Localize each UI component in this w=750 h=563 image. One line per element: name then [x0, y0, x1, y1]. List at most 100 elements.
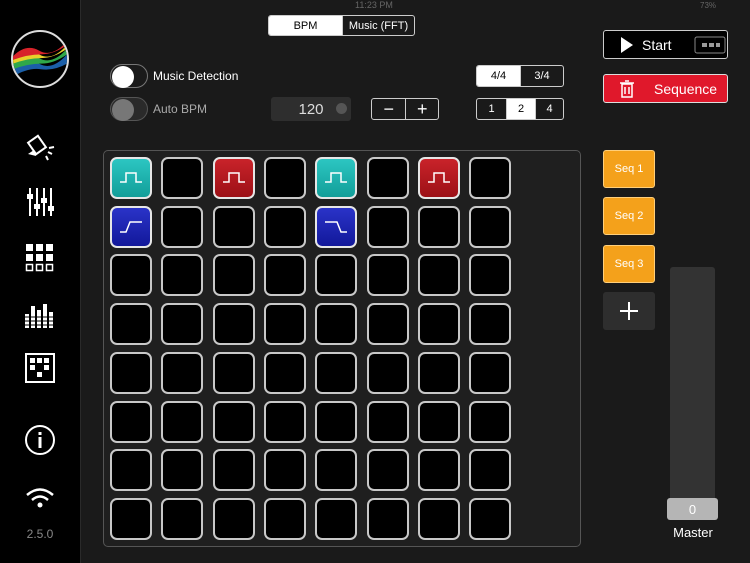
- auto-bpm-toggle[interactable]: [110, 97, 148, 121]
- wifi-icon[interactable]: [22, 480, 58, 516]
- grid-pad[interactable]: [469, 254, 511, 296]
- grid-pad[interactable]: [161, 254, 203, 296]
- grid-pad[interactable]: [264, 206, 306, 248]
- grid-pad[interactable]: [110, 303, 152, 345]
- sequence-button[interactable]: Sequence: [603, 74, 728, 103]
- grid-pad[interactable]: [161, 303, 203, 345]
- clear-icon[interactable]: [336, 103, 347, 114]
- grid-pad[interactable]: [418, 352, 460, 394]
- grid-pad[interactable]: [264, 303, 306, 345]
- subdivision-2[interactable]: 2: [506, 99, 535, 119]
- grid-pad[interactable]: [213, 157, 255, 199]
- info-icon[interactable]: [22, 422, 58, 458]
- grid-pad[interactable]: [264, 157, 306, 199]
- grid-pad[interactable]: [469, 303, 511, 345]
- grid-pad[interactable]: [161, 401, 203, 443]
- grid-pad[interactable]: [469, 498, 511, 540]
- grid-pad[interactable]: [469, 206, 511, 248]
- grid-pad[interactable]: [367, 401, 409, 443]
- grid-pad[interactable]: [110, 157, 152, 199]
- bpm-increment-button[interactable]: +: [405, 99, 438, 119]
- grid-pad[interactable]: [213, 303, 255, 345]
- master-slider-handle[interactable]: 0: [667, 498, 718, 520]
- grid-pad[interactable]: [367, 157, 409, 199]
- grid-pad[interactable]: [469, 401, 511, 443]
- grid-pad[interactable]: [469, 157, 511, 199]
- grid-pad[interactable]: [418, 206, 460, 248]
- grid-pad[interactable]: [213, 206, 255, 248]
- tab-bpm[interactable]: BPM: [269, 16, 342, 35]
- square-pulse-icon: [223, 172, 245, 183]
- grid-pad[interactable]: [110, 352, 152, 394]
- grid-pad[interactable]: [110, 498, 152, 540]
- seq-3-button[interactable]: Seq 3: [603, 245, 655, 283]
- grid-pad[interactable]: [161, 157, 203, 199]
- grid-pad[interactable]: [161, 352, 203, 394]
- square-pulse-icon: [428, 172, 450, 183]
- sequence-loop-icon: [694, 36, 726, 54]
- grid-pad[interactable]: [418, 401, 460, 443]
- tab-music-fft[interactable]: Music (FFT): [342, 16, 414, 35]
- grid-pad[interactable]: [110, 206, 152, 248]
- subdivision-1[interactable]: 1: [477, 99, 506, 119]
- bpm-input[interactable]: 120: [271, 97, 351, 121]
- time-sig-3-4[interactable]: 3/4: [520, 66, 563, 86]
- grid-pad[interactable]: [161, 206, 203, 248]
- start-label: Start: [642, 37, 672, 53]
- add-sequence-button[interactable]: [603, 292, 655, 330]
- grid-pad[interactable]: [161, 498, 203, 540]
- grid-pad[interactable]: [213, 401, 255, 443]
- grid-pad[interactable]: [418, 157, 460, 199]
- master-slider-track[interactable]: [670, 267, 715, 520]
- seq-1-button[interactable]: Seq 1: [603, 150, 655, 188]
- grid-pad[interactable]: [110, 401, 152, 443]
- grid-pad[interactable]: [315, 157, 357, 199]
- mixer-sliders-icon[interactable]: [22, 184, 58, 220]
- equalizer-bars-icon[interactable]: [22, 296, 58, 332]
- rainbow-wave-logo[interactable]: [11, 30, 69, 88]
- paint-bucket-icon[interactable]: [22, 130, 58, 166]
- grid-pad[interactable]: [264, 352, 306, 394]
- grid-pad[interactable]: [367, 449, 409, 491]
- grid-pad[interactable]: [161, 449, 203, 491]
- bpm-decrement-button[interactable]: −: [372, 99, 405, 119]
- grid-pad[interactable]: [264, 449, 306, 491]
- play-icon: [621, 37, 633, 53]
- grid-pad[interactable]: [469, 352, 511, 394]
- grid-pad[interactable]: [367, 352, 409, 394]
- grid-pad[interactable]: [315, 352, 357, 394]
- grid-pad[interactable]: [418, 254, 460, 296]
- seq-2-button[interactable]: Seq 2: [603, 197, 655, 235]
- grid-pad[interactable]: [469, 449, 511, 491]
- grid-pad[interactable]: [264, 254, 306, 296]
- grid-pad[interactable]: [367, 254, 409, 296]
- grid-pad[interactable]: [367, 498, 409, 540]
- grid-pad[interactable]: [264, 498, 306, 540]
- grid-pad[interactable]: [315, 498, 357, 540]
- start-button[interactable]: Start: [603, 30, 728, 59]
- grid-pad[interactable]: [315, 449, 357, 491]
- time-sig-4-4[interactable]: 4/4: [477, 66, 520, 86]
- grid-icon[interactable]: [22, 240, 58, 276]
- grid-pad[interactable]: [110, 449, 152, 491]
- grid-pad[interactable]: [110, 254, 152, 296]
- sequence-label: Sequence: [654, 81, 718, 97]
- music-detection-toggle[interactable]: [110, 64, 148, 88]
- grid-pad[interactable]: [213, 254, 255, 296]
- grid-pad[interactable]: [315, 254, 357, 296]
- grid-pad[interactable]: [418, 449, 460, 491]
- grid-pad[interactable]: [418, 303, 460, 345]
- grid-pad[interactable]: [315, 303, 357, 345]
- grid-pad[interactable]: [367, 206, 409, 248]
- subdivision-4[interactable]: 4: [535, 99, 563, 119]
- grid-pad[interactable]: [213, 498, 255, 540]
- grid-pad[interactable]: [213, 449, 255, 491]
- grid-pad[interactable]: [315, 401, 357, 443]
- grid-pad[interactable]: [418, 498, 460, 540]
- sequence-grid-icon[interactable]: [22, 350, 58, 386]
- grid-pad[interactable]: [367, 303, 409, 345]
- grid-pad[interactable]: [213, 352, 255, 394]
- grid-pad[interactable]: [264, 401, 306, 443]
- grid-pad[interactable]: [315, 206, 357, 248]
- master-label: Master: [673, 525, 713, 540]
